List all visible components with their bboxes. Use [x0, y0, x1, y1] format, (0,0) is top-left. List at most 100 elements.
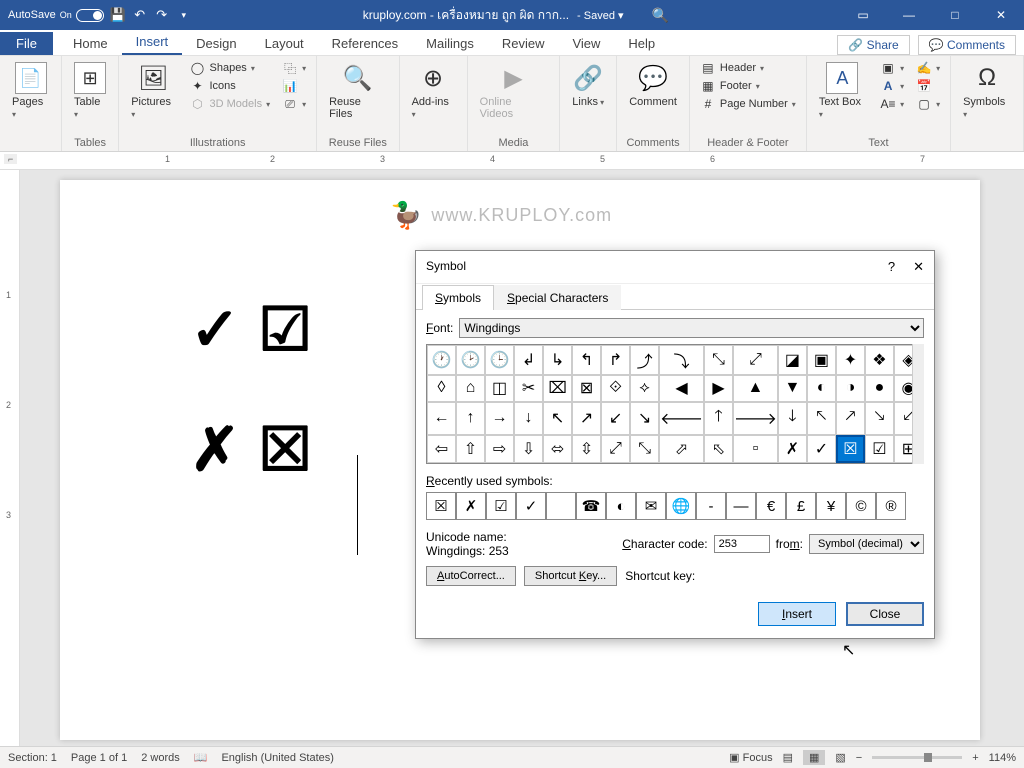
view-print-icon[interactable]: ▤ — [783, 751, 793, 764]
symbol-cell[interactable]: ⬄ — [543, 435, 572, 463]
symbol-cell[interactable]: ⇳ — [572, 435, 601, 463]
symbol-cell[interactable]: ◀ — [659, 375, 704, 401]
symbol-cell[interactable]: ✂ — [514, 375, 543, 401]
tab-home[interactable]: Home — [59, 32, 122, 55]
redo-icon[interactable]: ↷ — [154, 7, 170, 23]
3d-models-button[interactable]: ⬡3D Models — [188, 96, 273, 112]
close-button[interactable]: Close — [846, 602, 924, 626]
symbol-cell[interactable]: ↲ — [514, 345, 543, 375]
header-button[interactable]: ▤Header — [698, 60, 798, 76]
smartart-button[interactable]: ⿻ — [280, 60, 308, 76]
status-page[interactable]: Page 1 of 1 — [71, 752, 127, 764]
symbol-cell[interactable]: ← — [427, 402, 456, 435]
tab-symbols-dialog[interactable]: Symbols — [422, 285, 494, 310]
symbol-cell[interactable]: ◪ — [778, 345, 807, 375]
symbol-cell[interactable]: 🕒 — [485, 345, 514, 375]
text-box-button[interactable]: AText Box — [815, 60, 870, 122]
ribbon-display-icon[interactable]: ▭ — [840, 0, 886, 30]
drop-cap-button[interactable]: A≡ — [878, 96, 906, 112]
symbol-cell[interactable]: ↗ — [572, 402, 601, 435]
dialog-close-icon[interactable]: ✕ — [913, 259, 924, 275]
shapes-button[interactable]: ◯Shapes — [188, 60, 273, 76]
symbol-cell[interactable]: 🡓 — [778, 402, 807, 435]
symbol-cell[interactable]: ⇦ — [427, 435, 456, 463]
symbol-cell[interactable]: ↓ — [514, 402, 543, 435]
character-code-input[interactable] — [714, 535, 770, 553]
symbol-cell[interactable]: ⤢ — [601, 435, 630, 463]
status-proofing-icon[interactable]: 📖 — [194, 751, 208, 764]
icons-button[interactable]: ✦Icons — [188, 78, 273, 94]
status-words[interactable]: 2 words — [141, 752, 180, 764]
save-icon[interactable]: 💾 — [110, 7, 126, 23]
symbol-cell[interactable]: ⤡ — [704, 345, 733, 375]
status-language[interactable]: English (United States) — [221, 752, 334, 764]
symbol-cell[interactable]: ❖ — [865, 345, 894, 375]
zoom-in-icon[interactable]: + — [972, 752, 978, 764]
addins-button[interactable]: ⊕Add-ins — [408, 60, 459, 122]
recent-symbol-cell[interactable]: 🌐 — [666, 492, 696, 520]
symbols-button[interactable]: ΩSymbols — [959, 60, 1015, 122]
quick-parts-button[interactable]: ▣ — [878, 60, 906, 76]
minimize-icon[interactable]: — — [886, 0, 932, 30]
symbol-cell[interactable]: 🡔 — [807, 402, 836, 435]
symbol-cell[interactable]: ● — [865, 375, 894, 401]
symbol-grid[interactable]: 🕐🕑🕒↲↳↰↱⤴⤵⤡⤢◪▣✦❖◈◊⌂◫✂⌧⊠⟐⟡◀▶▲▼◐◑●◉←↑→↓↖↗↙↘… — [426, 344, 924, 464]
symbol-cell[interactable]: ⌂ — [456, 375, 485, 401]
recent-symbol-cell[interactable]: € — [756, 492, 786, 520]
symbol-cell[interactable]: ▫ — [733, 435, 778, 463]
recent-symbol-cell[interactable]: - — [696, 492, 726, 520]
recent-symbol-cell[interactable]: © — [846, 492, 876, 520]
recent-symbol-cell[interactable]: ☒ — [426, 492, 456, 520]
dialog-help-icon[interactable]: ? — [888, 259, 895, 275]
recent-symbol-cell[interactable]: £ — [786, 492, 816, 520]
autosave-toggle[interactable]: AutoSave On — [8, 9, 104, 22]
symbol-cell[interactable]: 🡖 — [865, 402, 894, 435]
online-videos-button[interactable]: ▶Online Videos — [476, 60, 552, 122]
symbol-cell[interactable]: ⬀ — [659, 435, 704, 463]
tab-insert[interactable]: Insert — [122, 30, 183, 55]
symbol-cell[interactable]: ⤢ — [733, 345, 778, 375]
symbol-cell[interactable]: ⌧ — [543, 375, 572, 401]
recent-symbol-cell[interactable]: ✓ — [516, 492, 546, 520]
recent-symbols[interactable]: ☒✗☑✓☎◐✉🌐-—€£¥©® — [426, 492, 924, 520]
symbol-cell[interactable]: 🕑 — [456, 345, 485, 375]
symbol-cell[interactable]: ⟡ — [630, 375, 659, 401]
share-button[interactable]: 🔗 Share — [837, 35, 909, 55]
symbol-cell[interactable]: ✓ — [807, 435, 836, 463]
ruler-horizontal[interactable]: ⌐ 12 34 56 7 — [0, 152, 1024, 170]
symbol-cell[interactable]: ▣ — [807, 345, 836, 375]
focus-mode-button[interactable]: ▣ Focus — [729, 751, 772, 764]
symbol-cell[interactable]: 🕐 — [427, 345, 456, 375]
symbol-cell[interactable]: ☒ — [836, 435, 865, 463]
tab-view[interactable]: View — [558, 32, 614, 55]
symbol-cell[interactable]: ⟐ — [601, 375, 630, 401]
recent-symbol-cell[interactable]: ✉ — [636, 492, 666, 520]
shortcut-key-button[interactable]: Shortcut Key... — [524, 566, 617, 586]
signature-button[interactable]: ✍ — [914, 60, 942, 76]
zoom-level[interactable]: 114% — [989, 752, 1016, 764]
close-icon[interactable]: ✕ — [978, 0, 1024, 30]
object-button[interactable]: ▢ — [914, 96, 942, 112]
date-time-button[interactable]: 📅 — [914, 78, 942, 94]
table-button[interactable]: ⊞Table — [70, 60, 110, 122]
recent-symbol-cell[interactable]: — — [726, 492, 756, 520]
recent-symbol-cell[interactable] — [546, 492, 576, 520]
symbol-cell[interactable]: ◊ — [427, 375, 456, 401]
status-section[interactable]: Section: 1 — [8, 752, 57, 764]
pictures-button[interactable]: 🖼Pictures — [127, 60, 179, 122]
symbol-cell[interactable]: ⤡ — [630, 435, 659, 463]
maximize-icon[interactable]: □ — [932, 0, 978, 30]
symbol-cell[interactable]: ⤵ — [659, 345, 704, 375]
recent-symbol-cell[interactable]: ✗ — [456, 492, 486, 520]
symbol-cell[interactable]: 🡒 — [733, 402, 778, 435]
symbol-cell[interactable]: ↱ — [601, 345, 630, 375]
symbol-cell[interactable]: ⊠ — [572, 375, 601, 401]
zoom-out-icon[interactable]: − — [856, 752, 862, 764]
tab-references[interactable]: References — [318, 32, 412, 55]
symbol-cell[interactable]: ↳ — [543, 345, 572, 375]
symbol-cell[interactable]: 🡐 — [659, 402, 704, 435]
recent-symbol-cell[interactable]: ¥ — [816, 492, 846, 520]
symbol-cell[interactable]: ↰ — [572, 345, 601, 375]
tab-review[interactable]: Review — [488, 32, 559, 55]
symbol-cell[interactable]: 🡑 — [704, 402, 733, 435]
